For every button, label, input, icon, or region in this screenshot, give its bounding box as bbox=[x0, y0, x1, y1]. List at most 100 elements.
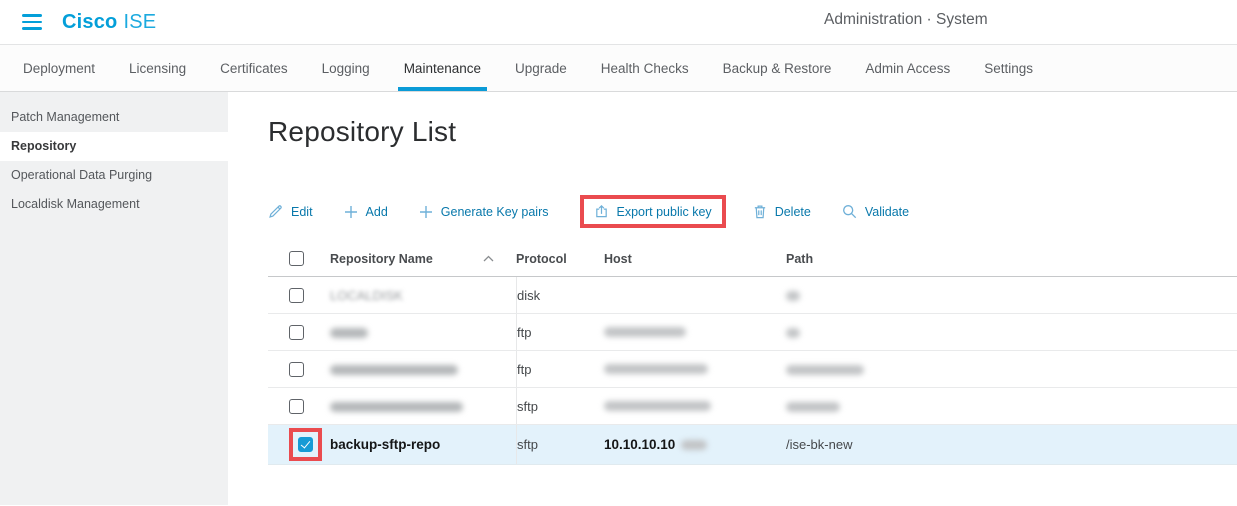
tab-upgrade[interactable]: Upgrade bbox=[498, 45, 584, 91]
protocol-cell: sftp bbox=[516, 425, 604, 464]
path-cell bbox=[786, 399, 1237, 414]
host-cell bbox=[604, 327, 786, 337]
export-icon bbox=[594, 204, 609, 219]
row-checkbox[interactable] bbox=[298, 437, 313, 452]
column-header-repository-name[interactable]: Repository Name bbox=[330, 252, 516, 266]
tab-licensing[interactable]: Licensing bbox=[112, 45, 203, 91]
row-checkbox[interactable] bbox=[289, 399, 304, 414]
tab-deployment[interactable]: Deployment bbox=[6, 45, 112, 91]
sidebar: Patch Management Repository Operational … bbox=[0, 92, 228, 505]
column-header-host[interactable]: Host bbox=[604, 252, 786, 266]
validate-label: Validate bbox=[865, 205, 909, 219]
tab-maintenance[interactable]: Maintenance bbox=[387, 45, 498, 91]
path-cell bbox=[786, 325, 1237, 340]
host-cell bbox=[604, 364, 786, 374]
sidebar-item-localdisk-management[interactable]: Localdisk Management bbox=[0, 190, 228, 219]
cell-text: 10.10.10.10 bbox=[604, 437, 675, 452]
tab-settings[interactable]: Settings bbox=[967, 45, 1050, 91]
cell-text: backup-sftp-repo bbox=[330, 437, 440, 452]
cell-text: disk bbox=[517, 288, 540, 303]
row-checkbox-cell bbox=[268, 325, 330, 340]
cell-text: sftp bbox=[517, 399, 538, 414]
path-cell: /ise-bk-new bbox=[786, 437, 1237, 452]
sidebar-item-repository[interactable]: Repository bbox=[0, 132, 228, 161]
path-cell bbox=[786, 288, 1237, 303]
row-checkbox-cell bbox=[268, 399, 330, 414]
hamburger-menu-icon[interactable] bbox=[22, 14, 42, 30]
protocol-cell: sftp bbox=[516, 388, 604, 424]
host-cell bbox=[604, 401, 786, 411]
repository-name-cell bbox=[330, 362, 516, 377]
export-public-key-label: Export public key bbox=[617, 205, 712, 219]
add-label: Add bbox=[366, 205, 388, 219]
repository-name-cell: LOCALDISK bbox=[330, 288, 516, 303]
redacted-text bbox=[330, 402, 463, 412]
redacted-text bbox=[681, 440, 707, 450]
table-header-row: Repository Name Protocol Host Path bbox=[268, 241, 1237, 277]
repository-table: Repository Name Protocol Host Path LOCAL… bbox=[268, 241, 1237, 465]
cell-text: ftp bbox=[517, 325, 531, 340]
pencil-icon bbox=[268, 204, 283, 219]
delete-button[interactable]: Delete bbox=[753, 204, 811, 219]
tab-admin-access[interactable]: Admin Access bbox=[848, 45, 967, 91]
host-cell: 10.10.10.10 bbox=[604, 437, 786, 452]
table-row[interactable]: LOCALDISK disk bbox=[268, 277, 1237, 314]
table-body: LOCALDISK disk ftp ftp sftp backup-sftp-repo s… bbox=[268, 277, 1237, 465]
repository-name-cell bbox=[330, 325, 516, 340]
checkbox-highlight-annotation bbox=[289, 428, 322, 461]
add-button[interactable]: Add bbox=[344, 205, 388, 219]
brand-secondary: ISE bbox=[123, 11, 156, 34]
row-checkbox[interactable] bbox=[289, 288, 304, 303]
main-content: Repository List Edit Add Generate Key pa… bbox=[228, 92, 1237, 505]
table-row[interactable]: sftp bbox=[268, 388, 1237, 425]
edit-button[interactable]: Edit bbox=[268, 204, 313, 219]
cell-text: /ise-bk-new bbox=[786, 437, 852, 452]
cell-text: LOCALDISK bbox=[330, 288, 403, 303]
protocol-cell: disk bbox=[516, 277, 604, 313]
magnifier-icon bbox=[842, 204, 857, 219]
sort-ascending-icon[interactable] bbox=[483, 255, 494, 262]
redacted-text bbox=[330, 365, 458, 375]
main-tabbar: Deployment Licensing Certificates Loggin… bbox=[0, 45, 1237, 92]
trash-icon bbox=[753, 204, 767, 219]
redacted-text bbox=[604, 327, 686, 337]
tab-health-checks[interactable]: Health Checks bbox=[584, 45, 706, 91]
row-checkbox[interactable] bbox=[289, 362, 304, 377]
row-checkbox-cell bbox=[268, 362, 330, 377]
page-title: Repository List bbox=[268, 114, 1237, 149]
table-row[interactable]: backup-sftp-repo sftp10.10.10.10/ise-bk-n… bbox=[268, 425, 1237, 465]
sidebar-item-patch-management[interactable]: Patch Management bbox=[0, 103, 228, 132]
plus-icon bbox=[344, 205, 358, 219]
sidebar-item-operational-data-purging[interactable]: Operational Data Purging bbox=[0, 161, 228, 190]
validate-button[interactable]: Validate bbox=[842, 204, 909, 219]
redacted-text bbox=[604, 401, 711, 411]
redacted-text bbox=[330, 328, 368, 338]
tab-logging[interactable]: Logging bbox=[305, 45, 387, 91]
redacted-text bbox=[786, 328, 800, 338]
top-header: Cisco ISE Administration · System bbox=[0, 0, 1237, 45]
repository-name-cell bbox=[330, 399, 516, 414]
tab-backup-restore[interactable]: Backup & Restore bbox=[706, 45, 849, 91]
table-row[interactable]: ftp bbox=[268, 314, 1237, 351]
tab-certificates[interactable]: Certificates bbox=[203, 45, 305, 91]
repository-name-cell: backup-sftp-repo bbox=[330, 437, 516, 452]
export-highlight-annotation: Export public key bbox=[580, 195, 726, 228]
redacted-text bbox=[786, 402, 840, 412]
column-header-path[interactable]: Path bbox=[786, 252, 1237, 266]
repository-toolbar: Edit Add Generate Key pairs Export publi… bbox=[268, 195, 1237, 228]
generate-key-pairs-label: Generate Key pairs bbox=[441, 205, 549, 219]
row-checkbox[interactable] bbox=[289, 325, 304, 340]
path-cell bbox=[786, 362, 1237, 377]
repository-name-header-label: Repository Name bbox=[330, 252, 433, 266]
generate-key-pairs-button[interactable]: Generate Key pairs bbox=[419, 205, 549, 219]
brand-primary: Cisco bbox=[62, 11, 117, 34]
column-header-protocol[interactable]: Protocol bbox=[516, 252, 604, 266]
protocol-cell: ftp bbox=[516, 351, 604, 387]
select-all-cell bbox=[268, 251, 330, 266]
protocol-cell: ftp bbox=[516, 314, 604, 350]
table-row[interactable]: ftp bbox=[268, 351, 1237, 388]
breadcrumb: Administration · System bbox=[824, 11, 988, 29]
export-public-key-button[interactable]: Export public key bbox=[594, 204, 712, 219]
select-all-checkbox[interactable] bbox=[289, 251, 304, 266]
cell-text: ftp bbox=[517, 362, 531, 377]
